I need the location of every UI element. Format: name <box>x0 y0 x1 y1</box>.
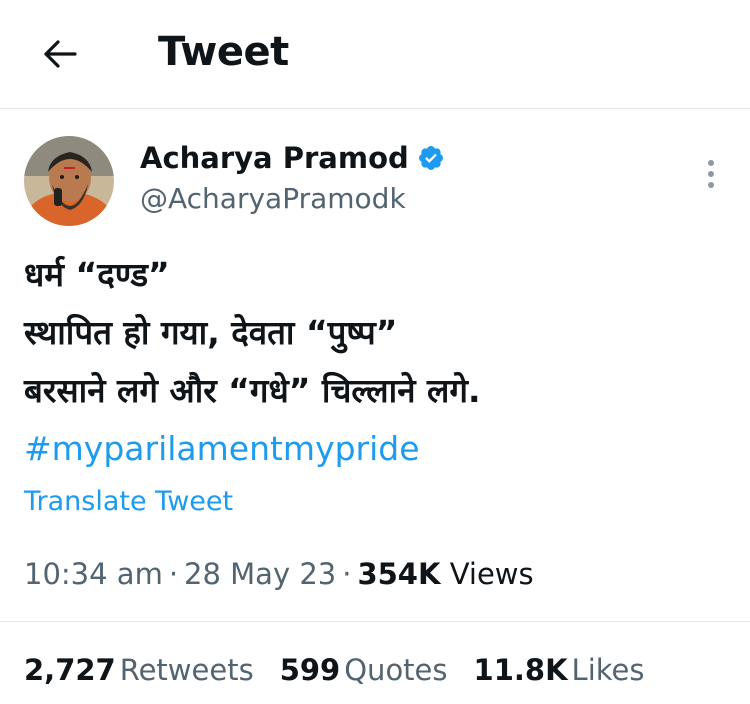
page-title: Tweet <box>158 29 289 75</box>
tweet-text: धर्म “दण्ड” स्थापित हो गया, देवता “पुष्प… <box>24 246 724 478</box>
more-vertical-icon <box>708 160 714 188</box>
author-display-name: Acharya Pramod <box>140 141 409 175</box>
verified-badge-icon <box>418 146 443 170</box>
likes-count: 11.8K <box>473 653 568 687</box>
views-count: 354K <box>357 557 441 591</box>
author-name-row[interactable]: Acharya Pramod <box>140 138 445 178</box>
tweet-stats: 2,727 Retweets 599 Quotes 11.8K Likes <box>24 648 670 692</box>
top-bar: Tweet <box>0 0 750 108</box>
tweet-meta: 10:34 am · 28 May 23 · 354K Views <box>24 553 534 595</box>
retweets-stat[interactable]: 2,727 Retweets <box>24 648 254 692</box>
likes-stat[interactable]: 11.8K Likes <box>474 648 645 692</box>
retweets-count: 2,727 <box>24 653 116 687</box>
header-divider <box>0 108 750 109</box>
quotes-label: Quotes <box>344 653 448 687</box>
avatar[interactable] <box>24 136 114 226</box>
more-options-button[interactable] <box>696 152 726 196</box>
meta-divider <box>0 621 750 622</box>
likes-label: Likes <box>571 653 645 687</box>
views-label: Views <box>449 557 534 591</box>
back-button[interactable] <box>38 32 82 76</box>
quotes-stat[interactable]: 599 Quotes <box>280 648 448 692</box>
tweet-date[interactable]: 28 May 23 <box>184 557 336 591</box>
quotes-count: 599 <box>279 653 341 687</box>
tweet-text-line: बरसाने लगे और “गधे” चिल्लाने लगे. <box>24 371 481 410</box>
tweet-text-line: स्थापित हो गया, देवता “पुष्प” <box>24 313 398 352</box>
author-handle[interactable]: @AcharyaPramodk <box>140 180 406 218</box>
profile-photo <box>24 136 114 226</box>
separator-dot: · <box>168 557 179 591</box>
tweet-text-line: धर्म “दण्ड” <box>24 255 170 294</box>
hashtag-link[interactable]: #myparilamentmypride <box>24 420 724 478</box>
arrow-left-icon <box>44 40 77 68</box>
separator-dot: · <box>342 557 352 591</box>
retweets-label: Retweets <box>119 653 254 687</box>
translate-tweet-link[interactable]: Translate Tweet <box>24 484 233 520</box>
tweet-time[interactable]: 10:34 am <box>24 557 163 591</box>
